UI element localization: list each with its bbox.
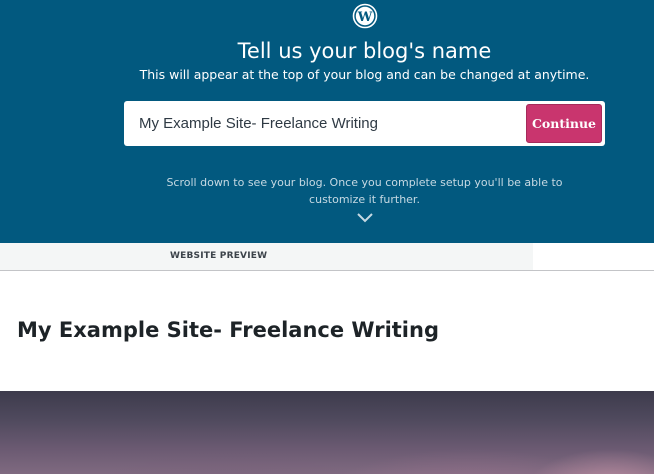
scroll-note-line1: Scroll down to see your blog. Once you c… xyxy=(166,176,563,189)
preview-bar-right xyxy=(533,243,654,270)
page-subtitle: This will appear at the top of your blog… xyxy=(139,67,590,82)
scroll-note-line2: customize it further. xyxy=(309,193,420,206)
preview-divider xyxy=(0,270,654,271)
hero-image xyxy=(0,391,654,474)
site-title: My Example Site- Freelance Writing xyxy=(17,318,439,342)
scroll-note: Scroll down to see your blog. Once you c… xyxy=(0,174,654,208)
website-preview-label: WEBSITE PREVIEW xyxy=(170,251,268,261)
svg-text:W: W xyxy=(357,10,373,25)
continue-button[interactable]: Continue xyxy=(526,104,602,143)
blog-name-input[interactable] xyxy=(139,101,509,146)
page-title: Tell us your blog's name xyxy=(237,39,492,63)
setup-header: W Tell us your blog's name This will app… xyxy=(0,0,654,243)
wordpress-logo-icon: W xyxy=(352,3,378,29)
chevron-down-icon[interactable] xyxy=(356,212,374,224)
blog-name-field: Continue xyxy=(124,101,605,146)
